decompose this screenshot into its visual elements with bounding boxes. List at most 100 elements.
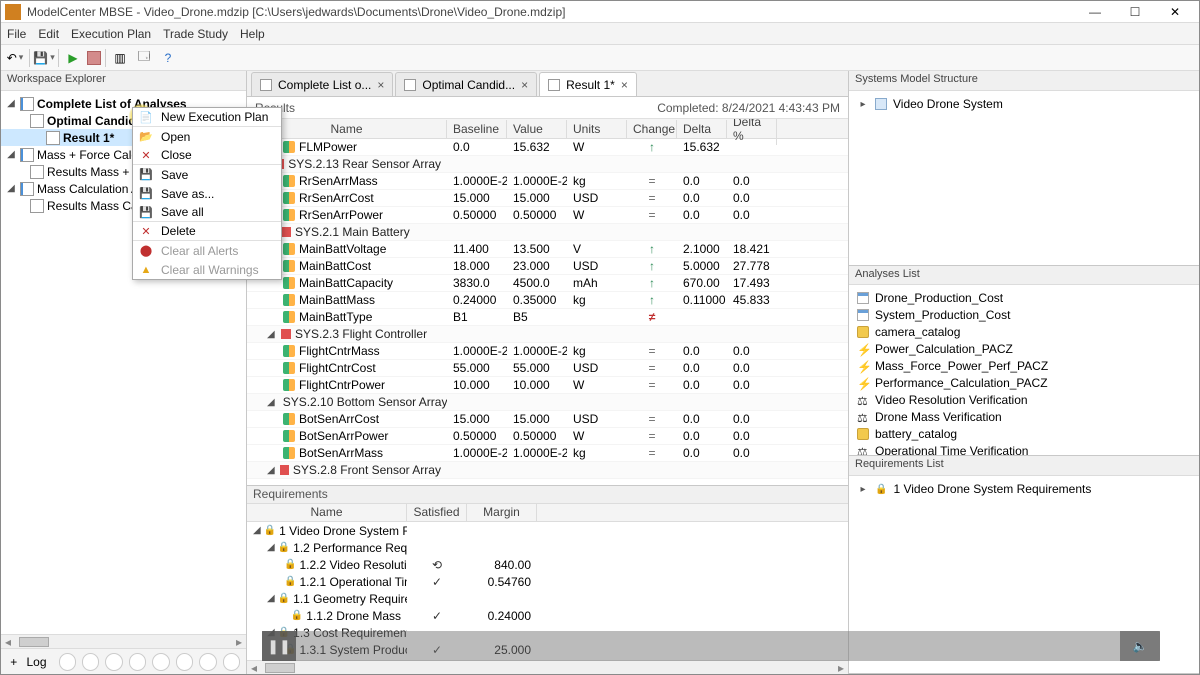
results-row[interactable]: MainBattCost18.00023.000USD↑5.000027.778 bbox=[247, 258, 848, 275]
minimize-button[interactable]: — bbox=[1075, 2, 1115, 22]
analyses-item[interactable]: ⚡Mass_Force_Power_Perf_PACZ bbox=[857, 357, 1191, 374]
center-hscroll[interactable]: ◂▸ bbox=[247, 660, 848, 674]
new-icon: 📄 bbox=[139, 110, 153, 124]
tab-close-icon[interactable]: × bbox=[621, 78, 628, 92]
cm-close[interactable]: ✕Close bbox=[133, 146, 281, 165]
run-button[interactable]: ▶ bbox=[63, 48, 83, 68]
lock-icon: 🔒 bbox=[291, 610, 303, 621]
analyses-item[interactable]: ⚡Power_Calculation_PACZ bbox=[857, 340, 1191, 357]
cm-clear-alerts[interactable]: ⬤Clear all Alerts bbox=[133, 241, 281, 260]
log-tool-6[interactable] bbox=[176, 653, 193, 671]
pause-button[interactable]: ❚❚ bbox=[262, 631, 296, 661]
analyses-body[interactable]: Drone_Production_CostSystem_Production_C… bbox=[849, 285, 1199, 455]
doc-button[interactable]: ▥ bbox=[110, 48, 130, 68]
analyses-item[interactable]: ⚖Operational Time Verification bbox=[857, 442, 1191, 455]
results-row[interactable]: FlightCntrPower10.00010.000W=0.00.0 bbox=[247, 377, 848, 394]
results-row[interactable]: RrSenArrCost15.00015.000USD=0.00.0 bbox=[247, 190, 848, 207]
alert-icon: ⬤ bbox=[139, 244, 153, 258]
sms-body[interactable]: ▸Video Drone System bbox=[849, 91, 1199, 117]
requirement-row[interactable]: 🔒1.2.2 Video Resolution⟲840.00 bbox=[247, 556, 848, 573]
results-row[interactable]: FlightCntrCost55.00055.000USD=0.00.0 bbox=[247, 360, 848, 377]
card-icon bbox=[46, 131, 60, 145]
tab-result1[interactable]: Result 1*× bbox=[539, 72, 637, 96]
results-row[interactable]: MainBattCapacity3830.04500.0mAh↑670.0017… bbox=[247, 275, 848, 292]
analyses-item[interactable]: ⚖Drone Mass Verification bbox=[857, 408, 1191, 425]
cm-save-all[interactable]: 💾Save all bbox=[133, 203, 281, 222]
lock-icon: 🔒 bbox=[284, 559, 296, 570]
titlebar: ModelCenter MBSE - Video_Drone.mdzip [C:… bbox=[1, 1, 1199, 23]
log-expand-button[interactable]: + bbox=[7, 655, 21, 669]
cm-new-execution-plan[interactable]: 📄New Execution Plan bbox=[133, 108, 281, 127]
analyses-item[interactable]: System_Production_Cost bbox=[857, 306, 1191, 323]
results-row[interactable]: FlightCntrMass1.0000E-21.0000E-2kg=0.00.… bbox=[247, 343, 848, 360]
sms-root[interactable]: ▸Video Drone System bbox=[857, 95, 1191, 113]
analyses-item[interactable]: ⚡Performance_Calculation_PACZ bbox=[857, 374, 1191, 391]
log-tool-2[interactable] bbox=[82, 653, 99, 671]
save-icon: 💾 bbox=[139, 168, 153, 182]
menu-trade-study[interactable]: Trade Study bbox=[163, 27, 228, 41]
video-seek-track[interactable] bbox=[296, 631, 1120, 661]
results-row[interactable]: BotSenArrMass1.0000E-21.0000E-2kg=0.00.0 bbox=[247, 445, 848, 462]
menu-execution-plan[interactable]: Execution Plan bbox=[71, 27, 151, 41]
analyses-item[interactable]: battery_catalog bbox=[857, 425, 1191, 442]
cm-clear-warnings[interactable]: ▲Clear all Warnings bbox=[133, 260, 281, 279]
left-hscroll[interactable]: ◂▸ bbox=[1, 634, 246, 648]
log-tool-8[interactable] bbox=[223, 653, 240, 671]
cm-delete[interactable]: ✕Delete bbox=[133, 222, 281, 241]
requirement-row[interactable]: ◢🔒1.1 Geometry Requiremer bbox=[247, 590, 848, 607]
help-button[interactable]: ? bbox=[158, 48, 178, 68]
log-label[interactable]: Log bbox=[27, 655, 47, 669]
results-row[interactable]: BotSenArrCost15.00015.000USD=0.00.0 bbox=[247, 411, 848, 428]
menu-file[interactable]: File bbox=[7, 27, 26, 41]
tab-optimal-candidate[interactable]: Optimal Candid...× bbox=[395, 72, 537, 96]
stop-button[interactable] bbox=[87, 51, 101, 65]
results-group-row[interactable]: ◢SYS.2.8 Front Sensor Array bbox=[247, 462, 848, 479]
analysis-doc-icon bbox=[857, 292, 869, 304]
analyses-item[interactable]: Drone_Production_Cost bbox=[857, 289, 1191, 306]
log-tool-5[interactable] bbox=[152, 653, 169, 671]
close-button[interactable]: ✕ bbox=[1155, 2, 1195, 22]
results-group-row[interactable]: ◢SYS.2.1 Main Battery bbox=[247, 224, 848, 241]
requirement-row[interactable]: 🔒1.1.2 Drone Mass✓0.24000 bbox=[247, 607, 848, 624]
requirement-row[interactable]: ◢🔒1.2 Performance Requiren bbox=[247, 539, 848, 556]
volume-button[interactable]: 🔈 bbox=[1120, 631, 1160, 661]
requirement-row[interactable]: 🔒1.2.1 Operational Time✓0.54760 bbox=[247, 573, 848, 590]
results-group-row[interactable]: ◢SYS.2.10 Bottom Sensor Array bbox=[247, 394, 848, 411]
card-icon bbox=[30, 114, 44, 128]
results-row[interactable]: BotSenArrPower0.500000.50000W=0.00.0 bbox=[247, 428, 848, 445]
scale-icon: ⚖ bbox=[857, 394, 869, 406]
log-tool-3[interactable] bbox=[105, 653, 122, 671]
undo-button[interactable]: ↶ bbox=[5, 48, 25, 68]
save-button[interactable]: 💾 bbox=[34, 48, 54, 68]
analyses-item[interactable]: ⚖Video Resolution Verification bbox=[857, 391, 1191, 408]
menu-edit[interactable]: Edit bbox=[38, 27, 59, 41]
browse-button[interactable]: 🗔 bbox=[134, 48, 154, 68]
results-group-row[interactable]: ◢SYS.2.3 Flight Controller bbox=[247, 326, 848, 343]
menu-help[interactable]: Help bbox=[240, 27, 265, 41]
maximize-button[interactable]: ☐ bbox=[1115, 2, 1155, 22]
cm-save[interactable]: 💾Save bbox=[133, 165, 281, 184]
reqlist-body[interactable]: ▸🔒1 Video Drone System Requirements bbox=[849, 476, 1199, 502]
tab-complete-list[interactable]: Complete List o...× bbox=[251, 72, 393, 96]
log-tool-4[interactable] bbox=[129, 653, 146, 671]
page-icon bbox=[20, 97, 34, 111]
tab-close-icon[interactable]: × bbox=[377, 78, 384, 92]
requirement-row[interactable]: ◢🔒1 Video Drone System Requ bbox=[247, 522, 848, 539]
results-row[interactable]: MainBattTypeB1B5≠ bbox=[247, 309, 848, 326]
results-group-row[interactable]: ◢SYS.2.13 Rear Sensor Array bbox=[247, 156, 848, 173]
context-menu: 📄New Execution Plan 📂Open ✕Close 💾Save 💾… bbox=[132, 107, 282, 280]
results-row[interactable]: RrSenArrPower0.500000.50000W=0.00.0 bbox=[247, 207, 848, 224]
variable-icon bbox=[283, 413, 295, 425]
log-tool-1[interactable] bbox=[59, 653, 76, 671]
cm-open[interactable]: 📂Open bbox=[133, 127, 281, 146]
analyses-item[interactable]: camera_catalog bbox=[857, 323, 1191, 340]
cm-save-as[interactable]: 💾Save as... bbox=[133, 184, 281, 203]
log-tool-7[interactable] bbox=[199, 653, 216, 671]
tab-close-icon[interactable]: × bbox=[521, 78, 528, 92]
workspace-explorer-header: Workspace Explorer bbox=[1, 71, 246, 91]
results-grid[interactable]: Name Baseline Value Units Change Delta D… bbox=[247, 119, 848, 485]
reqlist-item[interactable]: ▸🔒1 Video Drone System Requirements bbox=[857, 480, 1191, 498]
results-row[interactable]: MainBattMass0.240000.35000kg↑0.1100045.8… bbox=[247, 292, 848, 309]
results-row[interactable]: MainBattVoltage11.40013.500V↑2.100018.42… bbox=[247, 241, 848, 258]
results-row[interactable]: RrSenArrMass1.0000E-21.0000E-2kg=0.00.0 bbox=[247, 173, 848, 190]
